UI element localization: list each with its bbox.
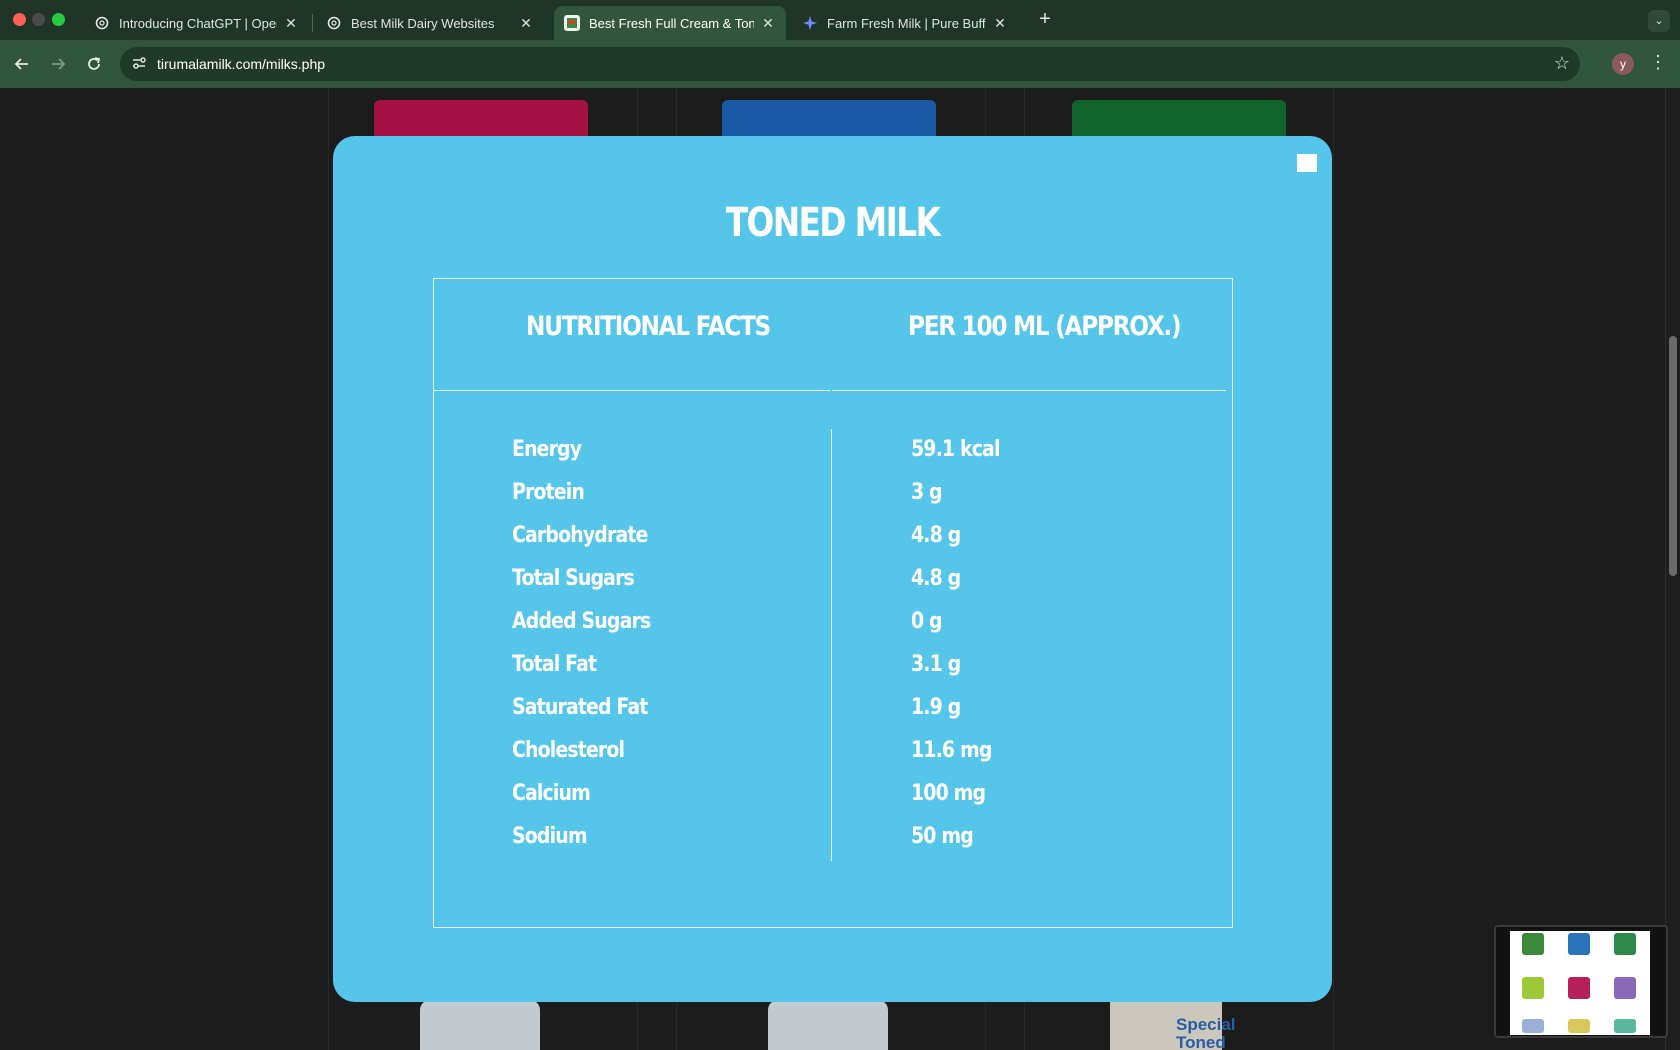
- nutrient-name: Added Sugars: [512, 609, 651, 634]
- tab-close-icon[interactable]: ✕: [518, 15, 534, 32]
- reload-icon[interactable]: [81, 51, 107, 77]
- tab-bar: Introducing ChatGPT | OpenAI ✕ Best Milk…: [0, 0, 1680, 40]
- tab-chatgpt[interactable]: Introducing ChatGPT | OpenAI ✕: [84, 6, 309, 40]
- tab-title: Best Milk Dairy Websites: [351, 15, 495, 31]
- nutrient-name: Total Fat: [512, 652, 597, 677]
- preview-product: [1522, 1019, 1544, 1033]
- table-row: Total Fat 3.1 g: [434, 646, 1234, 689]
- nutrient-value: 0 g: [911, 609, 943, 634]
- url-text[interactable]: tirumalamilk.com/milks.php: [157, 56, 325, 72]
- nutrient-name: Protein: [512, 480, 585, 505]
- nutrient-name: Carbohydrate: [512, 523, 648, 548]
- nutrient-value: 50 mg: [911, 824, 974, 849]
- nutrient-value: 3 g: [911, 480, 943, 505]
- new-tab-button[interactable]: +: [1034, 8, 1056, 31]
- preview-product: [1568, 933, 1590, 955]
- address-bar[interactable]: tirumalamilk.com/milks.php ☆: [120, 47, 1580, 81]
- browser-menu-icon[interactable]: ⋮: [1648, 52, 1668, 73]
- tab-tirumala-milk[interactable]: Best Fresh Full Cream & Toned ✕: [554, 6, 786, 40]
- table-header-nutritional-facts: NUTRITIONAL FACTS: [526, 311, 771, 342]
- tab-best-milk-dairy[interactable]: Best Milk Dairy Websites ✕: [316, 6, 544, 40]
- sparkle-icon: [802, 15, 818, 31]
- tab-search-menu-button[interactable]: ⌄: [1648, 10, 1670, 32]
- browser-toolbar: tirumalamilk.com/milks.php ☆ y ⋮: [0, 40, 1680, 88]
- bookmark-star-icon[interactable]: ☆: [1554, 53, 1570, 74]
- nutrient-name: Energy: [512, 437, 582, 462]
- table-row: Carbohydrate 4.8 g: [434, 517, 1234, 560]
- tab-title: Best Fresh Full Cream & Toned: [589, 15, 754, 31]
- preview-product: [1614, 977, 1636, 999]
- tab-close-icon[interactable]: ✕: [283, 15, 299, 32]
- nutrient-value: 4.8 g: [911, 566, 961, 591]
- table-row: Calcium 100 mg: [434, 775, 1234, 818]
- tab-close-icon[interactable]: ✕: [760, 15, 776, 32]
- table-row: Added Sugars 0 g: [434, 603, 1234, 646]
- header-divider: [832, 390, 1226, 391]
- modal-close-button[interactable]: [1297, 154, 1317, 172]
- page-preview-thumbnail[interactable]: [1494, 925, 1668, 1038]
- preview-product: [1522, 977, 1544, 999]
- nutrition-modal: TONED MILK NUTRITIONAL FACTS PER 100 ML …: [333, 136, 1332, 1002]
- tab-title: Introducing ChatGPT | OpenAI: [119, 15, 277, 31]
- tab-farm-fresh-milk[interactable]: Farm Fresh Milk | Pure Buffalo ✕: [792, 6, 1018, 40]
- table-row: Sodium 50 mg: [434, 818, 1234, 861]
- profile-avatar[interactable]: y: [1612, 53, 1634, 75]
- nutrient-value: 3.1 g: [911, 652, 961, 677]
- nutrient-value: 4.8 g: [911, 523, 961, 548]
- nutrient-value: 11.6 mg: [911, 738, 992, 763]
- nutrient-name: Saturated Fat: [512, 695, 648, 720]
- preview-product: [1614, 933, 1636, 955]
- nutrient-name: Calcium: [512, 781, 591, 806]
- table-row: Energy 59.1 kcal: [434, 431, 1234, 474]
- back-arrow-icon[interactable]: [9, 51, 35, 77]
- nutrient-name: Total Sugars: [512, 566, 635, 591]
- openai-icon: [326, 15, 342, 31]
- nutrient-name: Sodium: [512, 824, 588, 849]
- site-settings-icon[interactable]: [130, 55, 148, 73]
- forward-arrow-icon[interactable]: [45, 51, 71, 77]
- preview-product: [1614, 1019, 1636, 1033]
- tab-close-icon[interactable]: ✕: [992, 15, 1008, 32]
- openai-icon: [94, 15, 110, 31]
- nutrient-name: Cholesterol: [512, 738, 625, 763]
- table-row: Saturated Fat 1.9 g: [434, 689, 1234, 732]
- modal-title: TONED MILK: [725, 200, 941, 246]
- tirumala-favicon-icon: [564, 15, 580, 31]
- scrollbar-thumb[interactable]: [1669, 336, 1677, 576]
- table-header-per-100ml: PER 100 ML (APPROX.): [908, 311, 1182, 342]
- window-zoom-button[interactable]: [52, 13, 65, 26]
- table-row: Cholesterol 11.6 mg: [434, 732, 1234, 775]
- window-close-button[interactable]: [13, 13, 26, 26]
- nutrient-value: 59.1 kcal: [911, 437, 1000, 462]
- nutrient-value: 100 mg: [911, 781, 986, 806]
- tab-title: Farm Fresh Milk | Pure Buffalo: [827, 15, 986, 31]
- nutrition-table: NUTRITIONAL FACTS PER 100 ML (APPROX.) E…: [433, 278, 1233, 928]
- preview-canvas: [1510, 931, 1650, 1035]
- table-row: Total Sugars 4.8 g: [434, 560, 1234, 603]
- preview-product: [1568, 1019, 1590, 1033]
- page-scrollbar[interactable]: [1665, 88, 1680, 1050]
- table-row: Protein 3 g: [434, 474, 1234, 517]
- nutrient-value: 1.9 g: [911, 695, 961, 720]
- tab-separator: [312, 14, 313, 32]
- window-minimize-button[interactable]: [32, 13, 45, 26]
- preview-product: [1568, 977, 1590, 999]
- preview-product: [1522, 933, 1544, 955]
- header-divider: [434, 390, 830, 391]
